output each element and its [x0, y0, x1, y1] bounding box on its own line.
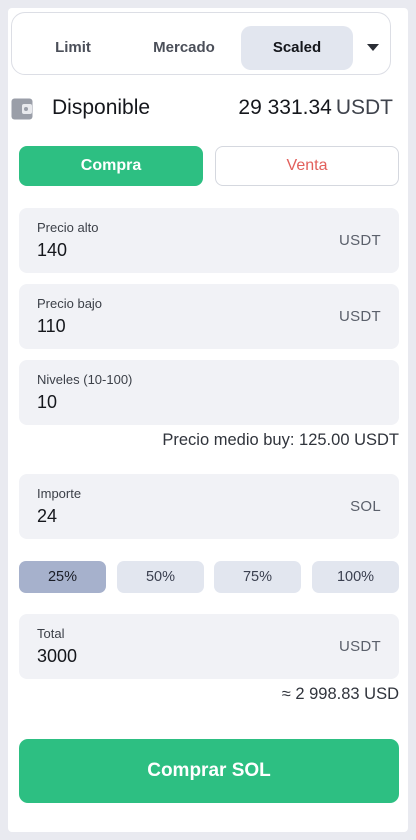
tab-scaled[interactable]: Scaled — [241, 26, 353, 70]
total-unit: USDT — [338, 638, 381, 655]
low-price-unit: USDT — [338, 308, 381, 325]
low-price-field[interactable]: Precio bajo 110 USDT — [19, 284, 399, 349]
caret-down-icon — [367, 44, 379, 51]
amount-field[interactable]: Importe 24 SOL — [19, 474, 399, 539]
high-price-value[interactable]: 140 — [37, 240, 67, 261]
low-price-label: Precio bajo — [37, 296, 103, 311]
percent-button-75[interactable]: 75% — [214, 561, 301, 593]
total-label: Total — [37, 626, 65, 641]
average-price-text: Precio medio buy: 125.00 USDT — [162, 431, 399, 449]
tab-market[interactable]: Mercado — [132, 26, 236, 70]
total-value[interactable]: 3000 — [37, 646, 77, 667]
high-price-unit: USDT — [338, 232, 381, 249]
available-currency: USDT — [335, 96, 393, 119]
submit-buy-button[interactable]: Comprar SOL — [19, 739, 399, 803]
levels-label: Niveles (10-100) — [37, 372, 133, 387]
available-balance-row: Disponible 29 331.34 USDT — [11, 92, 393, 128]
total-field[interactable]: Total 3000 USDT — [19, 614, 399, 679]
tab-limit[interactable]: Limit — [23, 26, 123, 70]
percent-button-50[interactable]: 50% — [117, 561, 204, 593]
available-label: Disponible — [52, 96, 151, 119]
percent-button-25[interactable]: 25% — [19, 561, 106, 593]
levels-value[interactable]: 10 — [37, 392, 57, 413]
available-amount-number: 29 331.34 — [238, 96, 332, 119]
buy-side-button[interactable]: Compra — [19, 146, 203, 186]
sell-side-button[interactable]: Venta — [215, 146, 399, 186]
approx-usd-text: ≈ 2 998.83 USD — [281, 685, 399, 703]
order-type-tabs: Limit Mercado Scaled — [11, 12, 391, 75]
low-price-value[interactable]: 110 — [37, 316, 66, 337]
wallet-icon — [11, 98, 33, 120]
available-amount: 29 331.34 USDT — [238, 96, 393, 120]
high-price-label: Precio alto — [37, 220, 99, 235]
amount-label: Importe — [37, 486, 82, 501]
amount-unit: SOL — [350, 498, 381, 515]
order-type-dropdown[interactable] — [362, 33, 386, 63]
amount-value[interactable]: 24 — [37, 506, 57, 527]
high-price-field[interactable]: Precio alto 140 USDT — [19, 208, 399, 273]
percent-button-100[interactable]: 100% — [312, 561, 399, 593]
levels-field[interactable]: Niveles (10-100) 10 — [19, 360, 399, 425]
